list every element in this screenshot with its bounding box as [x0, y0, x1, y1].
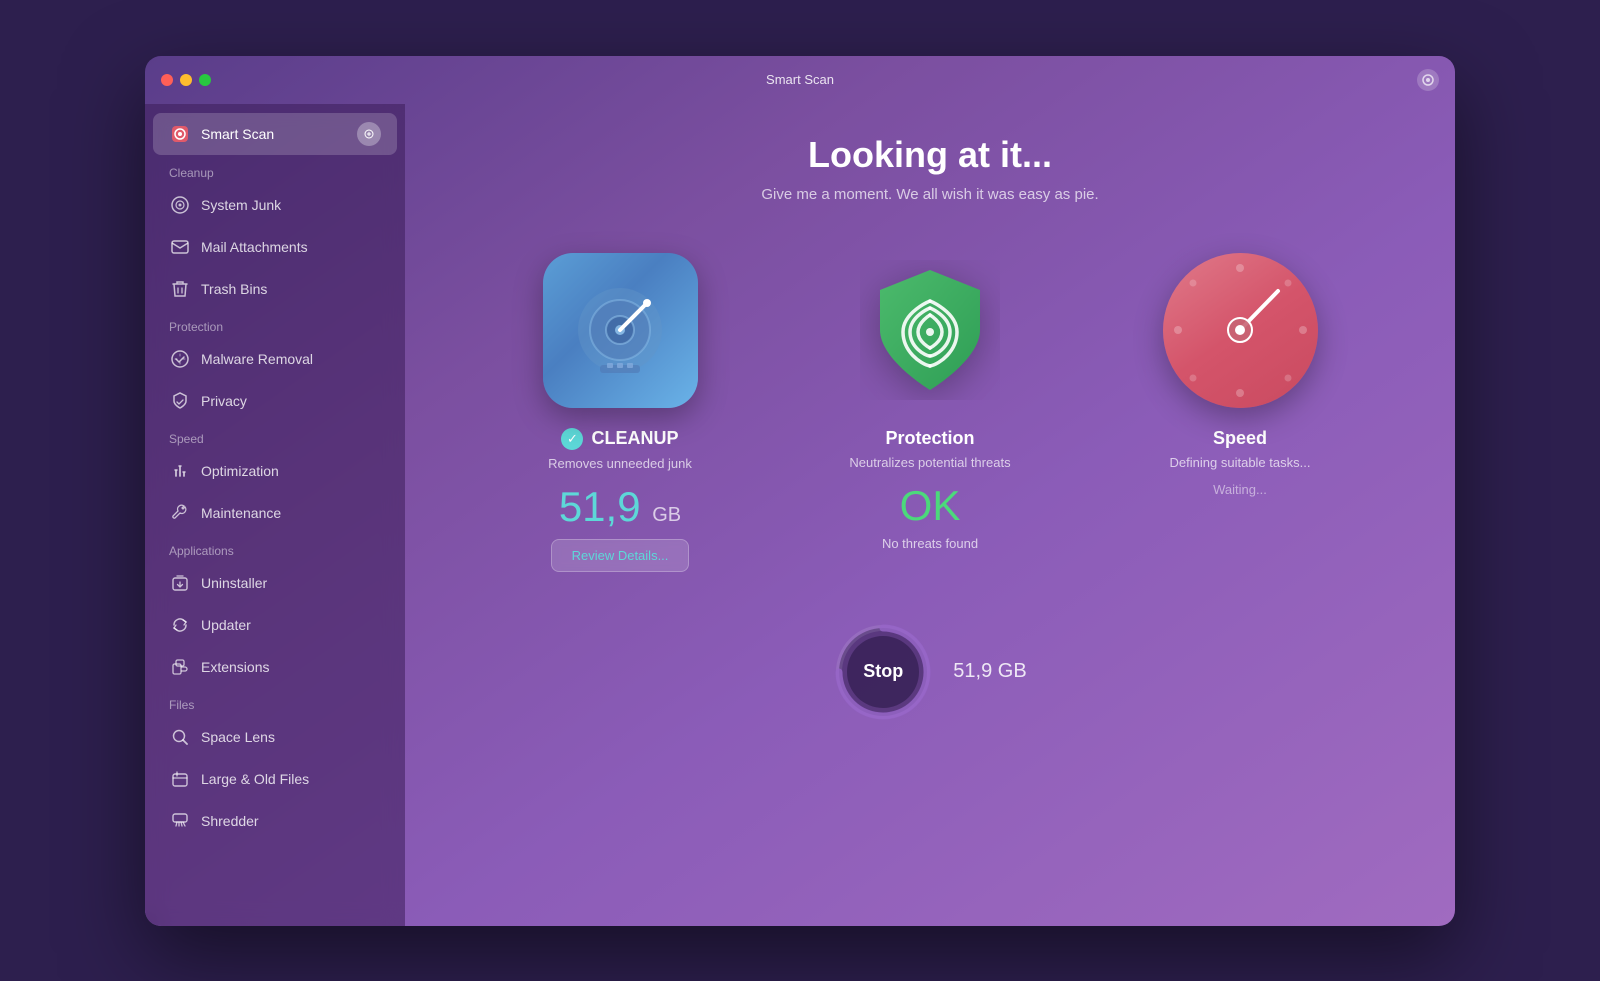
speed-card-icon	[1163, 253, 1318, 408]
cleanup-card-title: CLEANUP	[591, 428, 678, 449]
stop-area: Stop 51,9 GB	[833, 622, 1026, 722]
system-junk-icon	[169, 194, 191, 216]
stop-circle[interactable]: Stop	[833, 622, 933, 722]
cleanup-card-subtitle: Removes unneeded junk	[548, 456, 692, 471]
speed-waiting-label: Waiting...	[1213, 482, 1267, 497]
trash-bins-label: Trash Bins	[201, 281, 267, 297]
main-title: Looking at it...	[808, 134, 1052, 176]
malware-removal-label: Malware Removal	[201, 351, 313, 367]
sidebar-item-system-junk[interactable]: System Junk	[153, 185, 397, 225]
space-lens-icon	[169, 726, 191, 748]
cleanup-title-row: ✓ CLEANUP	[561, 428, 678, 450]
protection-card-ok: OK	[900, 482, 961, 530]
speed-needle-svg	[1163, 253, 1318, 408]
extensions-icon	[169, 656, 191, 678]
cleanup-checkmark-icon: ✓	[561, 428, 583, 450]
sidebar-item-uninstaller[interactable]: Uninstaller	[153, 563, 397, 603]
speed-card-title: Speed	[1213, 428, 1267, 449]
files-section-label: Files	[145, 688, 405, 716]
sidebar: Smart Scan Cleanup	[145, 104, 405, 926]
cleanup-card: ✓ CLEANUP Removes unneeded junk 51,9 GB …	[480, 253, 760, 572]
title-bar: Smart Scan	[145, 56, 1455, 104]
protection-card-status: No threats found	[882, 536, 978, 551]
sidebar-item-mail-attachments[interactable]: Mail Attachments	[153, 227, 397, 267]
main-subtitle: Give me a moment. We all wish it was eas…	[761, 186, 1098, 203]
maximize-button[interactable]	[199, 74, 211, 86]
shredder-icon	[169, 810, 191, 832]
sidebar-item-space-lens[interactable]: Space Lens	[153, 717, 397, 757]
smart-scan-toggle[interactable]	[357, 122, 381, 146]
privacy-label: Privacy	[201, 393, 247, 409]
extensions-label: Extensions	[201, 659, 269, 675]
protection-card-title: Protection	[885, 428, 974, 449]
sidebar-item-large-old-files[interactable]: Large & Old Files	[153, 759, 397, 799]
sidebar-item-trash-bins[interactable]: Trash Bins	[153, 269, 397, 309]
space-lens-label: Space Lens	[201, 729, 275, 745]
traffic-lights	[161, 74, 211, 86]
smart-scan-icon	[169, 123, 191, 145]
cleanup-card-icon	[543, 253, 698, 408]
protection-card-subtitle: Neutralizes potential threats	[849, 455, 1010, 470]
cards-container: ✓ CLEANUP Removes unneeded junk 51,9 GB …	[445, 253, 1415, 572]
speed-section-label: Speed	[145, 422, 405, 450]
protection-card: Protection Neutralizes potential threats…	[790, 253, 1070, 559]
maintenance-label: Maintenance	[201, 505, 281, 521]
large-old-files-label: Large & Old Files	[201, 771, 309, 787]
protection-shield-svg	[860, 260, 1000, 400]
uninstaller-label: Uninstaller	[201, 575, 267, 591]
main-content: Looking at it... Give me a moment. We al…	[405, 104, 1455, 926]
shredder-label: Shredder	[201, 813, 259, 829]
close-button[interactable]	[161, 74, 173, 86]
window-body: Smart Scan Cleanup	[145, 104, 1455, 926]
cleanup-disk-svg	[565, 275, 675, 385]
optimization-icon	[169, 460, 191, 482]
large-old-files-icon	[169, 768, 191, 790]
smart-scan-label: Smart Scan	[201, 126, 274, 142]
sidebar-item-smart-scan[interactable]: Smart Scan	[153, 113, 397, 155]
mail-attachments-label: Mail Attachments	[201, 239, 308, 255]
speed-card: Speed Defining suitable tasks... Waiting…	[1100, 253, 1380, 497]
stop-size-label: 51,9 GB	[953, 660, 1026, 683]
sidebar-item-optimization[interactable]: Optimization	[153, 451, 397, 491]
app-window: Smart Scan Sma	[145, 56, 1455, 926]
cleanup-card-value: 51,9 GB	[559, 483, 681, 531]
updater-icon	[169, 614, 191, 636]
speed-card-subtitle: Defining suitable tasks...	[1170, 455, 1311, 470]
mail-attachments-icon	[169, 236, 191, 258]
settings-icon	[1422, 74, 1434, 86]
sidebar-item-privacy[interactable]: Privacy	[153, 381, 397, 421]
sidebar-item-maintenance[interactable]: Maintenance	[153, 493, 397, 533]
trash-bins-icon	[169, 278, 191, 300]
system-junk-label: System Junk	[201, 197, 281, 213]
stop-button-label[interactable]: Stop	[863, 661, 903, 682]
speed-title-row: Speed	[1213, 428, 1267, 449]
protection-card-icon	[853, 253, 1008, 408]
minimize-button[interactable]	[180, 74, 192, 86]
applications-section-label: Applications	[145, 534, 405, 562]
window-title: Smart Scan	[766, 72, 834, 87]
sidebar-item-extensions[interactable]: Extensions	[153, 647, 397, 687]
malware-removal-icon	[169, 348, 191, 370]
updater-label: Updater	[201, 617, 251, 633]
sidebar-item-updater[interactable]: Updater	[153, 605, 397, 645]
maintenance-icon	[169, 502, 191, 524]
sidebar-item-malware-removal[interactable]: Malware Removal	[153, 339, 397, 379]
protection-section-label: Protection	[145, 310, 405, 338]
settings-button[interactable]	[1417, 69, 1439, 91]
sidebar-item-shredder[interactable]: Shredder	[153, 801, 397, 841]
review-details-button[interactable]: Review Details...	[551, 539, 690, 572]
uninstaller-icon	[169, 572, 191, 594]
title-bar-right	[1417, 69, 1439, 91]
privacy-icon	[169, 390, 191, 412]
protection-title-row: Protection	[885, 428, 974, 449]
optimization-label: Optimization	[201, 463, 279, 479]
cleanup-section-label: Cleanup	[145, 156, 405, 184]
